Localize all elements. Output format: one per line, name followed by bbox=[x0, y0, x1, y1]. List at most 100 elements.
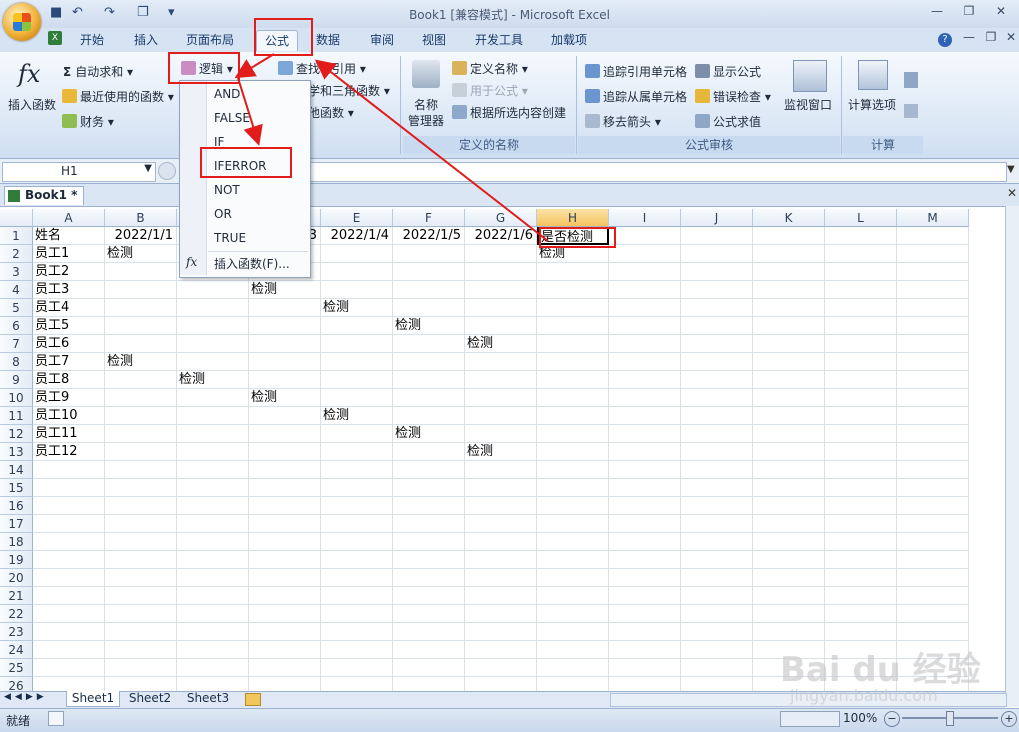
cell-d20[interactable] bbox=[249, 569, 321, 587]
cell-h26[interactable] bbox=[537, 677, 609, 691]
cell-b10[interactable] bbox=[105, 389, 177, 407]
cell-k16[interactable] bbox=[753, 497, 825, 515]
cell-m16[interactable] bbox=[897, 497, 969, 515]
row-header[interactable]: 15 bbox=[0, 479, 33, 497]
cell-d5[interactable] bbox=[249, 299, 321, 317]
column-header[interactable]: K bbox=[753, 209, 825, 227]
cell-i24[interactable] bbox=[609, 641, 681, 659]
close-icon[interactable]: ✕ bbox=[990, 4, 1012, 20]
cell-e7[interactable] bbox=[321, 335, 393, 353]
cell-g20[interactable] bbox=[465, 569, 537, 587]
cell-g10[interactable] bbox=[465, 389, 537, 407]
cell-g8[interactable] bbox=[465, 353, 537, 371]
row-header[interactable]: 12 bbox=[0, 425, 33, 443]
cell-a14[interactable] bbox=[33, 461, 105, 479]
calc-options-icon[interactable] bbox=[858, 60, 888, 90]
restore-icon[interactable]: ❐ bbox=[958, 4, 980, 20]
cell-m11[interactable] bbox=[897, 407, 969, 425]
close-workbook-icon[interactable]: ✕ bbox=[1007, 186, 1017, 200]
cell-b14[interactable] bbox=[105, 461, 177, 479]
cell-l6[interactable] bbox=[825, 317, 897, 335]
cell-i12[interactable] bbox=[609, 425, 681, 443]
sheet-tab-2[interactable]: Sheet2 bbox=[124, 691, 176, 706]
cell-a2[interactable]: 员工1 bbox=[33, 245, 105, 263]
column-header[interactable]: E bbox=[321, 209, 393, 227]
name-manager-icon[interactable] bbox=[412, 60, 440, 88]
macro-record-icon[interactable] bbox=[48, 711, 64, 726]
row-header[interactable]: 2 bbox=[0, 245, 33, 263]
cell-h3[interactable] bbox=[537, 263, 609, 281]
cell-d11[interactable] bbox=[249, 407, 321, 425]
cell-a6[interactable]: 员工5 bbox=[33, 317, 105, 335]
cell-e5[interactable]: 检测 bbox=[321, 299, 393, 317]
cell-e19[interactable] bbox=[321, 551, 393, 569]
column-header[interactable]: L bbox=[825, 209, 897, 227]
cell-c20[interactable] bbox=[177, 569, 249, 587]
cell-l3[interactable] bbox=[825, 263, 897, 281]
cell-l19[interactable] bbox=[825, 551, 897, 569]
cell-m18[interactable] bbox=[897, 533, 969, 551]
cell-g13[interactable]: 检测 bbox=[465, 443, 537, 461]
cell-i3[interactable] bbox=[609, 263, 681, 281]
cell-e23[interactable] bbox=[321, 623, 393, 641]
watch-window-button[interactable]: 监视窗口 bbox=[784, 96, 832, 113]
cell-f21[interactable] bbox=[393, 587, 465, 605]
cell-e16[interactable] bbox=[321, 497, 393, 515]
row-header[interactable]: 1 bbox=[0, 227, 33, 245]
cell-j26[interactable] bbox=[681, 677, 753, 691]
cell-g1[interactable]: 2022/1/6 bbox=[465, 227, 537, 245]
cell-l5[interactable] bbox=[825, 299, 897, 317]
cell-f14[interactable] bbox=[393, 461, 465, 479]
cell-g6[interactable] bbox=[465, 317, 537, 335]
zoom-in-icon[interactable]: + bbox=[1001, 711, 1017, 727]
cell-f6[interactable]: 检测 bbox=[393, 317, 465, 335]
cell-b19[interactable] bbox=[105, 551, 177, 569]
trace-dependents-button[interactable]: 追踪从属单元格 bbox=[585, 88, 687, 105]
cell-j3[interactable] bbox=[681, 263, 753, 281]
cell-c26[interactable] bbox=[177, 677, 249, 691]
cell-l22[interactable] bbox=[825, 605, 897, 623]
tab-addins[interactable]: 加载项 bbox=[544, 30, 594, 50]
cell-a15[interactable] bbox=[33, 479, 105, 497]
cell-e15[interactable] bbox=[321, 479, 393, 497]
menu-item-and[interactable]: AND bbox=[214, 83, 240, 105]
cell-i5[interactable] bbox=[609, 299, 681, 317]
row-header[interactable]: 21 bbox=[0, 587, 33, 605]
cell-m21[interactable] bbox=[897, 587, 969, 605]
cell-i21[interactable] bbox=[609, 587, 681, 605]
cell-m17[interactable] bbox=[897, 515, 969, 533]
cell-d7[interactable] bbox=[249, 335, 321, 353]
name-box[interactable]: H1 ▼ bbox=[2, 162, 156, 182]
cell-k23[interactable] bbox=[753, 623, 825, 641]
cell-g25[interactable] bbox=[465, 659, 537, 677]
insert-function-icon[interactable]: fx bbox=[18, 60, 40, 88]
cell-f24[interactable] bbox=[393, 641, 465, 659]
cell-h18[interactable] bbox=[537, 533, 609, 551]
cell-k18[interactable] bbox=[753, 533, 825, 551]
sheet-nav-icon[interactable]: ◀◀▶▶ bbox=[4, 692, 48, 702]
cell-m4[interactable] bbox=[897, 281, 969, 299]
cell-f12[interactable]: 检测 bbox=[393, 425, 465, 443]
row-header[interactable]: 11 bbox=[0, 407, 33, 425]
cell-d6[interactable] bbox=[249, 317, 321, 335]
cell-e22[interactable] bbox=[321, 605, 393, 623]
cell-j10[interactable] bbox=[681, 389, 753, 407]
cell-k2[interactable] bbox=[753, 245, 825, 263]
sheet-tab-1[interactable]: Sheet1 bbox=[66, 691, 120, 707]
tab-view[interactable]: 视图 bbox=[414, 30, 454, 50]
column-header[interactable]: A bbox=[33, 209, 105, 227]
cell-e12[interactable] bbox=[321, 425, 393, 443]
name-manager-label-2[interactable]: 管理器 bbox=[408, 112, 444, 129]
cell-f11[interactable] bbox=[393, 407, 465, 425]
cell-g4[interactable] bbox=[465, 281, 537, 299]
cell-j19[interactable] bbox=[681, 551, 753, 569]
cell-h5[interactable] bbox=[537, 299, 609, 317]
cell-f8[interactable] bbox=[393, 353, 465, 371]
cell-b26[interactable] bbox=[105, 677, 177, 691]
cell-b18[interactable] bbox=[105, 533, 177, 551]
row-header[interactable]: 24 bbox=[0, 641, 33, 659]
cell-f4[interactable] bbox=[393, 281, 465, 299]
cell-l23[interactable] bbox=[825, 623, 897, 641]
cell-i26[interactable] bbox=[609, 677, 681, 691]
cell-j25[interactable] bbox=[681, 659, 753, 677]
